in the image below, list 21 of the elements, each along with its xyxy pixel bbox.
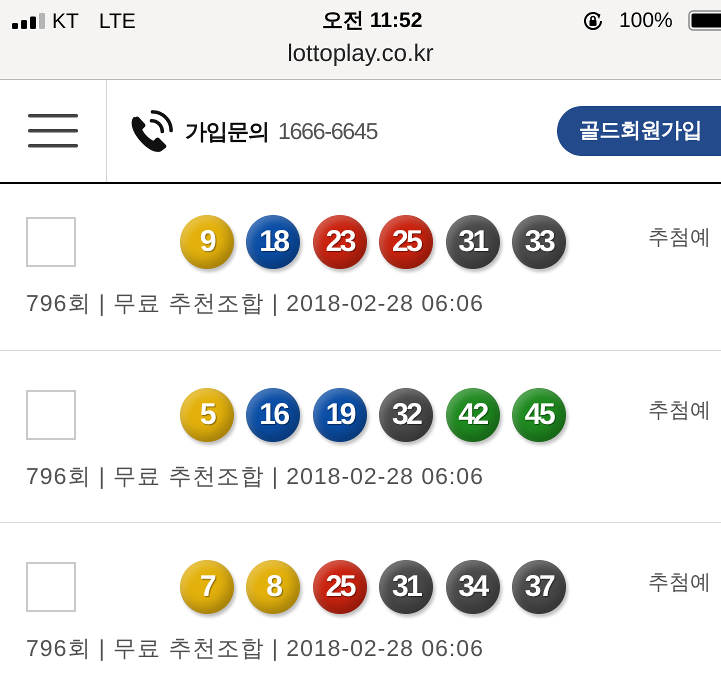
contact-phone[interactable]: 1666-6645 (278, 114, 378, 148)
orientation-lock-icon (582, 10, 604, 32)
draw-status-text: 추첨예 (648, 225, 712, 251)
battery-percent: 100% (619, 8, 673, 34)
contact-label: 가입문의 (185, 118, 269, 146)
menu-icon (28, 114, 78, 148)
checkbox[interactable] (26, 217, 76, 267)
checkbox[interactable] (26, 562, 76, 612)
entry-info-text: 796회 | 무료 추천조합 | 2018-02-28 06:06 (26, 462, 484, 491)
battery-icon (688, 10, 721, 31)
clock-text: 오전 11:52 (322, 8, 422, 34)
checkbox[interactable] (26, 390, 76, 440)
network-text: LTE (98, 10, 136, 32)
membership-join-button[interactable]: 골드회원가입 (557, 106, 721, 156)
url-text[interactable]: lottoplay.co.kr (287, 41, 434, 67)
draw-status-text: 추첨예 (648, 398, 712, 424)
signal-icon (12, 13, 45, 29)
draw-status-text: 추첨예 (648, 570, 712, 596)
carrier-text: KT (52, 10, 79, 32)
entry-info-text: 796회 | 무료 추천조합 | 2018-02-28 06:06 (26, 289, 484, 318)
entry-info-text: 796회 | 무료 추천조합 | 2018-02-28 06:06 (26, 634, 484, 663)
